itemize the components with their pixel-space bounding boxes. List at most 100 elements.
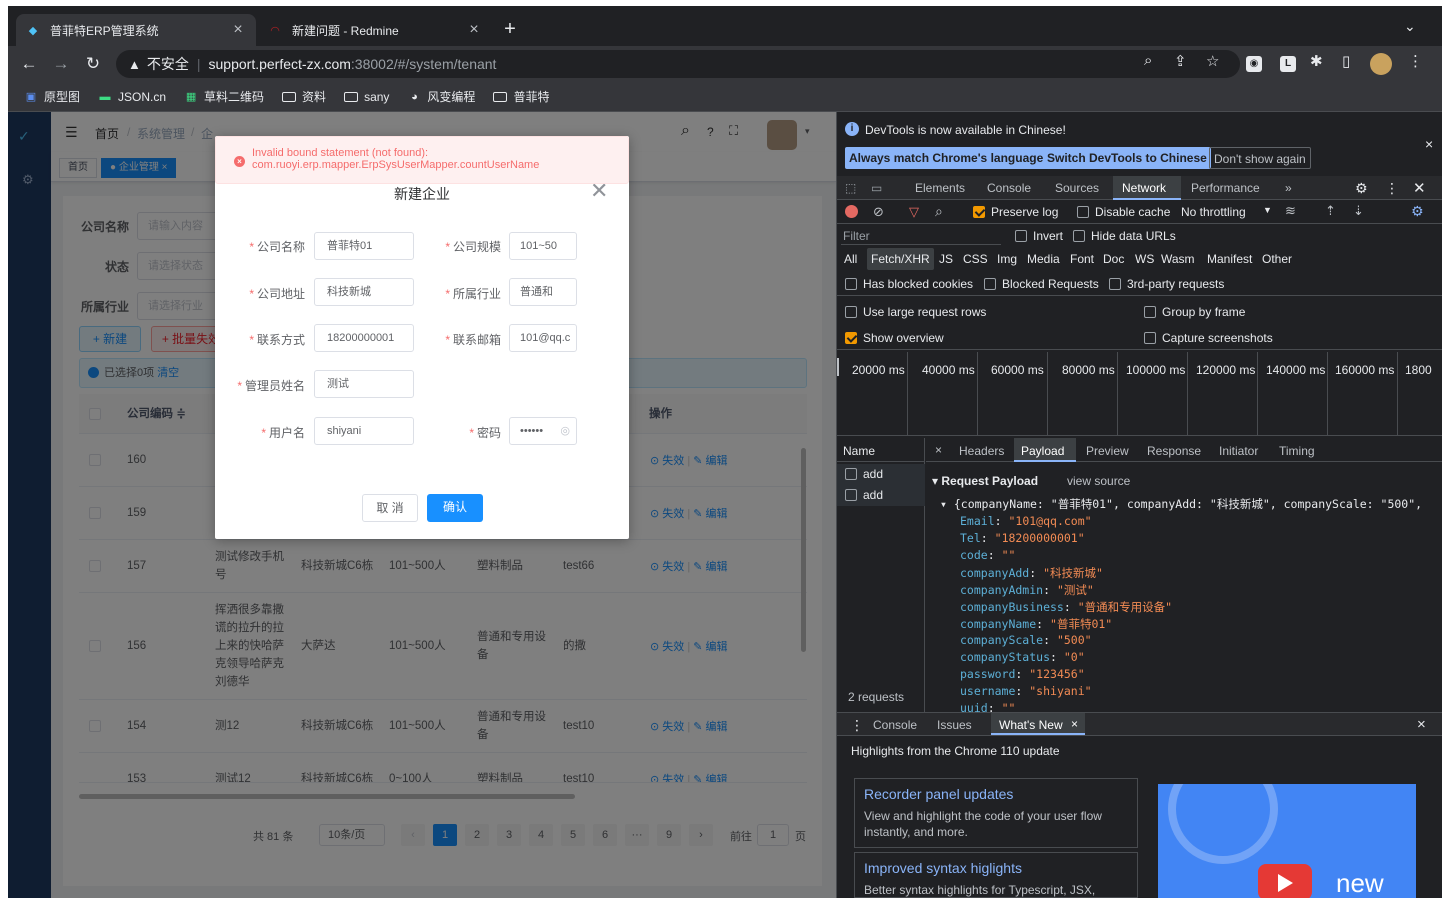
eye-icon[interactable]: ◎ [560,418,570,444]
close-devtools-icon[interactable]: ✕ [1413,179,1426,197]
tab-erp[interactable]: ◆ 普菲特ERP管理系统 × [16,14,256,46]
timeline-range-handle[interactable] [837,358,839,376]
bookmark-qrcode[interactable]: ▦ 草料二维码 [184,88,264,105]
password-input[interactable]: •••••• ◎ [509,417,577,445]
network-conditions-icon[interactable]: ≋ [1285,203,1296,219]
drawer-tab-whats-new[interactable]: What's New × [991,713,1085,735]
reload-icon[interactable]: ↻ [82,54,104,74]
hide-data-urls-checkbox[interactable] [1073,230,1085,242]
side-panel-icon[interactable]: ▯ [1342,52,1350,70]
detail-tab-headers[interactable]: Headers [959,444,1004,458]
payload-section-title[interactable]: ▾ Request Payload [932,474,1038,488]
confirm-button[interactable]: 确认 [427,494,483,522]
type-media[interactable]: Media [1027,252,1060,266]
tab-redmine[interactable]: ◠ 新建问题 - Redmine × [258,14,492,46]
type-js[interactable]: JS [939,252,953,266]
request-select-checkbox[interactable] [845,468,857,480]
filter-input[interactable]: Filter [841,227,1001,245]
profile-avatar[interactable] [1370,53,1392,75]
blocked-requests-checkbox[interactable] [984,278,996,290]
overview-timeline[interactable]: 20000 ms 40000 ms 60000 ms 80000 ms 1000… [837,352,1442,436]
type-manifest[interactable]: Manifest [1207,252,1252,266]
detail-tab-response[interactable]: Response [1147,444,1201,458]
switch-chinese-button[interactable]: Switch DevTools to Chinese [1043,147,1211,169]
type-other[interactable]: Other [1262,252,1292,266]
puzzle-icon[interactable]: ✱ [1310,52,1323,70]
type-css[interactable]: CSS [963,252,988,266]
record-icon[interactable] [845,205,858,218]
large-rows-checkbox[interactable] [845,306,857,318]
request-row[interactable]: add [837,485,925,506]
menu-icon[interactable]: ⋮ [1408,52,1423,70]
drawer-tab-console[interactable]: Console [873,718,917,732]
company-address-input[interactable]: 科技新城 [314,278,414,306]
close-banner-icon[interactable]: × [1425,136,1433,152]
preserve-log-checkbox[interactable] [973,206,985,218]
type-ws[interactable]: WS [1135,252,1154,266]
username-input[interactable]: shiyani [314,417,414,445]
address-bar[interactable]: ▲ 不安全 | support.perfect-zx.com :38002/#/… [116,50,1240,78]
type-fetch-xhr[interactable]: Fetch/XHR [867,248,934,270]
company-name-input[interactable]: 普菲特01 [314,232,414,260]
industry-select[interactable]: 普通和 [509,278,577,306]
group-by-frame-checkbox[interactable] [1144,306,1156,318]
back-icon[interactable]: ← [18,54,40,74]
device-toolbar-icon[interactable]: ▭ [871,181,882,195]
promo-video-thumbnail[interactable]: new [1158,784,1416,898]
detail-tab-payload[interactable]: Payload [1014,438,1076,462]
drawer-tab-issues[interactable]: Issues [937,718,972,732]
type-all[interactable]: All [844,252,857,266]
admin-name-input[interactable]: 测试 [314,370,414,398]
bookmark-folder-sany[interactable]: sany [344,90,389,104]
share-icon[interactable]: ⇪ [1174,52,1187,70]
zoom-icon[interactable]: ⌕ [1144,52,1152,69]
close-tab-icon[interactable]: × [230,21,246,39]
payload-summary[interactable]: ▾ {companyName: "普菲特01", companyAdd: "科技… [940,496,1422,512]
type-font[interactable]: Font [1070,252,1094,266]
tab-network[interactable]: Network [1113,176,1181,200]
extension-l-icon[interactable]: L [1280,56,1296,72]
more-tabs[interactable]: » [1285,181,1292,195]
close-drawer-icon[interactable]: × [1417,716,1426,733]
filter-icon[interactable]: ▽ [909,204,919,220]
cancel-button[interactable]: 取 消 [362,494,418,522]
bookmark-folder-docs[interactable]: 资料 [282,88,326,105]
detail-tab-preview[interactable]: Preview [1086,444,1129,458]
bookmark-folder-pft[interactable]: 普菲特 [493,88,549,105]
forward-icon[interactable]: → [50,54,72,74]
bookmark-json[interactable]: ▬ JSON.cn [98,90,167,104]
upload-icon[interactable]: ⇡ [1325,203,1336,219]
phone-input[interactable]: 18200000001 [314,324,414,352]
search-icon[interactable]: ⌕ [935,203,943,220]
tab-console[interactable]: Console [987,181,1031,195]
dont-show-again-button[interactable]: Don't show again [1209,147,1311,169]
name-column-header[interactable]: Name [837,438,925,462]
drawer-menu-icon[interactable]: ⋮ [850,717,864,734]
type-img[interactable]: Img [997,252,1017,266]
close-whats-new-icon[interactable]: × [1071,717,1078,731]
company-scale-select[interactable]: 101~50 [509,232,577,260]
detail-tab-initiator[interactable]: Initiator [1219,444,1258,458]
inspect-icon[interactable]: ⬚ [845,181,856,195]
close-tab-icon[interactable]: × [466,21,482,39]
new-tab-icon[interactable]: + [498,18,522,41]
type-wasm[interactable]: Wasm [1161,252,1195,266]
tab-sources[interactable]: Sources [1055,181,1099,195]
request-row[interactable]: add [837,464,925,485]
bookmark-star-icon[interactable]: ☆ [1206,52,1219,70]
capture-screenshots-checkbox[interactable] [1144,332,1156,344]
show-overview-checkbox[interactable] [845,332,857,344]
match-language-button[interactable]: Always match Chrome's language [845,147,1048,169]
settings-gear-icon[interactable]: ⚙ [1355,180,1368,197]
tab-search-chevron-icon[interactable]: ⌄ [1404,18,1416,35]
request-select-checkbox[interactable] [845,489,857,501]
extension-icon[interactable]: ◉ [1246,56,1262,72]
news-card[interactable]: Recorder panel updates View and highligh… [854,778,1138,848]
tab-elements[interactable]: Elements [915,181,965,195]
disable-cache-checkbox[interactable] [1077,206,1089,218]
type-doc[interactable]: Doc [1103,252,1124,266]
detail-tab-timing[interactable]: Timing [1279,444,1315,458]
bookmark-prototype[interactable]: ▣ 原型图 [24,88,80,105]
invert-checkbox[interactable] [1015,230,1027,242]
more-options-icon[interactable]: ⋮ [1385,180,1399,197]
